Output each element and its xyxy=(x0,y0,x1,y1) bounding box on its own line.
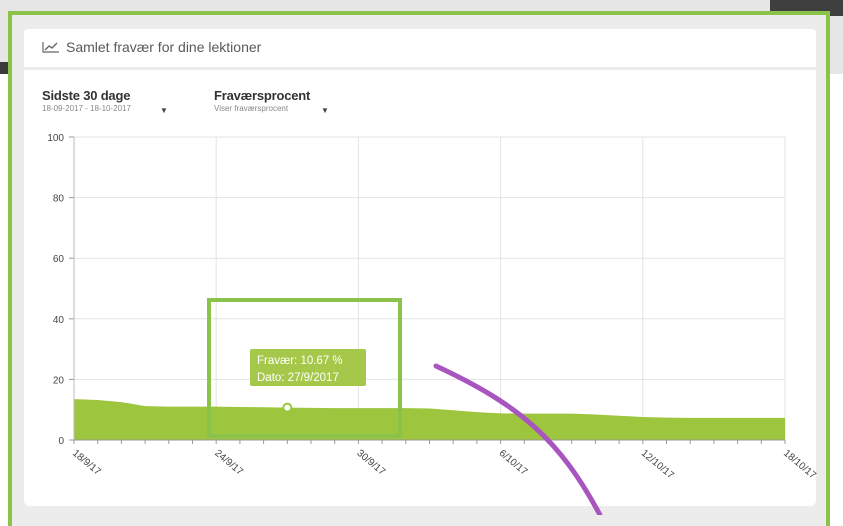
annotation-curve xyxy=(433,363,603,515)
annotation-arrow xyxy=(433,363,603,515)
